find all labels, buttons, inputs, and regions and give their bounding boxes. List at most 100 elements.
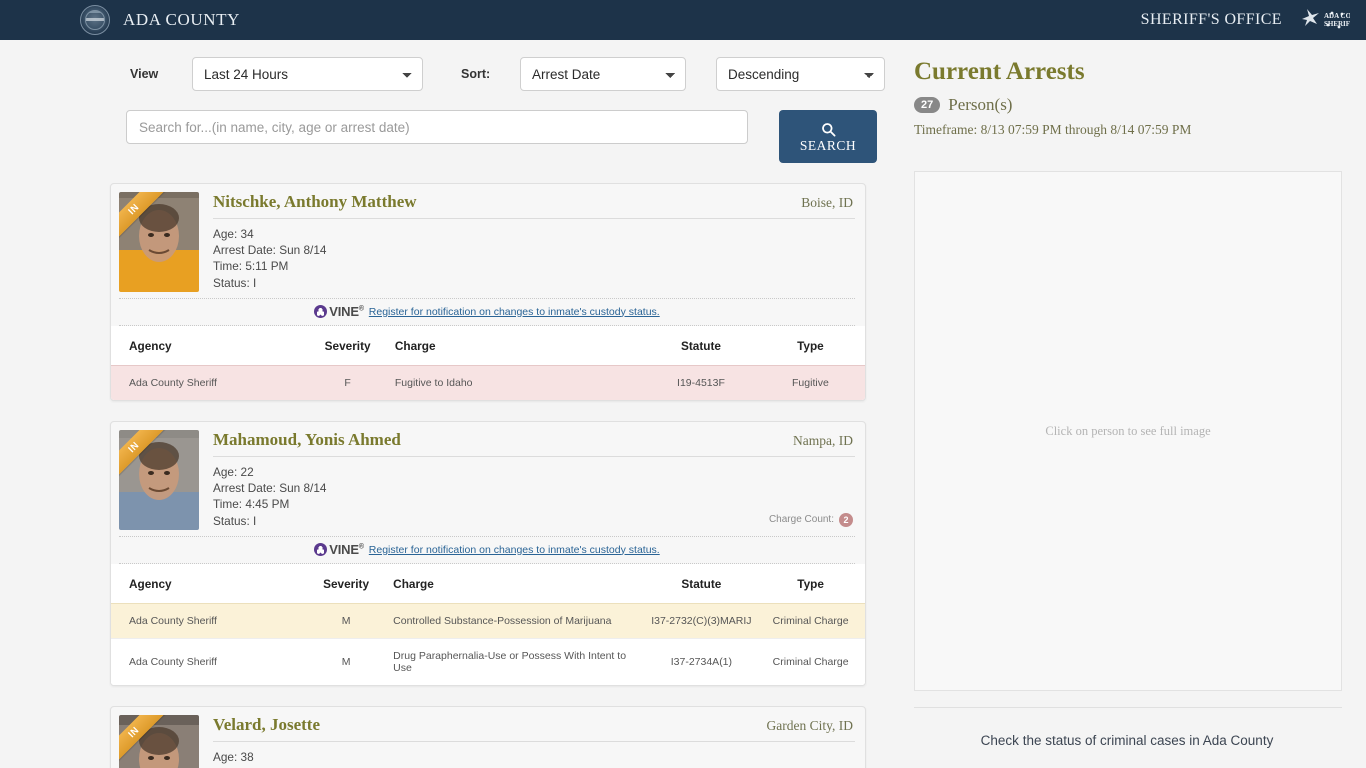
- person-details: Age: 22 Arrest Date: Sun 8/14 Time: 4:45 P…: [213, 457, 855, 529]
- vine-notification-row: VINE® Register for notification on chang…: [119, 536, 855, 564]
- column-header-statute: Statute: [646, 564, 757, 604]
- vine-logo: VINE®: [314, 304, 364, 319]
- arrest-card-header: Nitschke, Anthony Matthew Boise, ID: [213, 192, 855, 212]
- column-header-severity: Severity: [303, 564, 390, 604]
- arrest-card-header: Mahamoud, Yonis Ahmed Nampa, ID: [213, 430, 855, 450]
- person-count-label: Person(s): [948, 95, 1013, 114]
- table-row[interactable]: Ada County Sheriff M Drug Paraphernalia-…: [111, 638, 865, 685]
- criminal-case-status-text: Check the status of criminal cases in Ad…: [980, 733, 1274, 748]
- cell-type: Fugitive: [755, 365, 865, 400]
- sort-label: Sort:: [461, 67, 491, 81]
- detail-panel: Current Arrests 27 Person(s) Timeframe: …: [896, 40, 1366, 768]
- person-detail-line: Status: I: [213, 275, 257, 290]
- person-details: Age: 38: [213, 742, 855, 765]
- arrest-card-body: Nitschke, Anthony Matthew Boise, ID Age:…: [199, 192, 855, 292]
- charges-table: Agency Severity Charge Statute Type Ada …: [111, 564, 865, 685]
- county-seal-icon: [80, 5, 110, 35]
- column-header-severity: Severity: [304, 326, 391, 366]
- cell-agency: Ada County Sheriff: [111, 603, 303, 639]
- sort-field-select[interactable]: Arrest Date: [520, 57, 686, 91]
- search-button[interactable]: SEARCH: [779, 110, 877, 163]
- svg-text:SHERIFFS OFFICE: SHERIFFS OFFICE: [1324, 20, 1350, 28]
- vine-clover-icon: [314, 305, 328, 318]
- column-header-agency: Agency: [111, 564, 303, 604]
- table-row[interactable]: Ada County Sheriff F Fugitive to Idaho I…: [111, 365, 865, 400]
- view-label: View: [130, 67, 159, 81]
- sheriff-star-badge-icon: ADA COUNTY SHERIFFS OFFICE: [1294, 5, 1366, 35]
- mugshot-thumbnail[interactable]: IN: [119, 192, 199, 292]
- arrest-card-top: IN Velard, Josette Garden City, ID Age: …: [111, 707, 865, 768]
- cell-statute: I19-4513F: [646, 365, 756, 400]
- arrest-card-body: Velard, Josette Garden City, ID Age: 38: [199, 715, 855, 768]
- view-select[interactable]: Last 24 Hours: [192, 57, 423, 91]
- person-city: Boise, ID: [801, 195, 853, 210]
- vine-register-link[interactable]: Register for notification on changes to …: [369, 306, 660, 318]
- vine-clover-icon: [314, 543, 328, 556]
- mugshot-thumbnail[interactable]: IN: [119, 715, 199, 768]
- arrest-list-column: View Last 24 Hours Sort: Arrest Date Des…: [0, 40, 896, 768]
- vine-brand-text: VINE®: [329, 542, 364, 557]
- column-header-type: Type: [756, 564, 865, 604]
- cell-statute: I37-2732(C)(3)MARIJ: [646, 603, 757, 639]
- cell-severity: M: [303, 603, 390, 639]
- table-header-row: Agency Severity Charge Statute Type: [111, 564, 865, 604]
- person-detail-line: Arrest Date: Sun 8/14: [213, 243, 327, 258]
- person-city: Garden City, ID: [766, 718, 853, 733]
- cell-agency: Ada County Sheriff: [111, 365, 305, 400]
- full-image-placeholder-text: Click on person to see full image: [1045, 423, 1211, 438]
- cell-severity: F: [304, 365, 391, 400]
- arrest-card-header: Velard, Josette Garden City, ID: [213, 715, 855, 735]
- cell-charge: Fugitive to Idaho: [390, 365, 647, 400]
- page-title: Current Arrests: [914, 58, 1085, 85]
- cell-charge: Controlled Substance-Possession of Marij…: [389, 603, 647, 639]
- column-header-type: Type: [755, 326, 865, 366]
- charge-count: Charge Count: 2: [768, 512, 853, 527]
- table-header-row: Agency Severity Charge Statute Type: [111, 326, 865, 366]
- arrest-card: IN Mahamoud, Yonis Ahmed Nampa, ID Age: …: [110, 421, 866, 686]
- charge-count-badge: 2: [839, 512, 853, 527]
- person-detail-line: Arrest Date: Sun 8/14: [213, 481, 327, 496]
- vine-brand-text: VINE®: [329, 304, 364, 319]
- charge-count-label: Charge Count:: [768, 514, 834, 526]
- sort-direction-select[interactable]: Descending: [716, 57, 885, 91]
- cell-type: Criminal Charge: [756, 603, 865, 639]
- person-detail-line: Age: 38: [213, 750, 254, 764]
- brand-group[interactable]: ADA COUNTY: [80, 5, 240, 35]
- timeframe-text: Timeframe: 8/13 07:59 PM through 8/14 07…: [914, 122, 1192, 137]
- vine-notification-row: VINE® Register for notification on chang…: [119, 298, 855, 326]
- person-details: Age: 34 Arrest Date: Sun 8/14 Time: 5:11 P…: [213, 219, 855, 291]
- cell-agency: Ada County Sheriff: [111, 638, 303, 685]
- cell-charge: Drug Paraphernalia-Use or Possess With I…: [389, 638, 647, 685]
- search-input[interactable]: [126, 110, 748, 144]
- arrest-card-top: IN Mahamoud, Yonis Ahmed Nampa, ID Age: …: [111, 422, 865, 530]
- person-name[interactable]: Nitschke, Anthony Matthew: [213, 192, 417, 212]
- column-header-agency: Agency: [111, 326, 305, 366]
- cell-severity: M: [303, 638, 390, 685]
- filter-controls: View Last 24 Hours Sort: Arrest Date Des…: [0, 40, 896, 91]
- arrest-card-list: IN Nitschke, Anthony Matthew Boise, ID A…: [0, 163, 896, 768]
- column-header-charge: Charge: [389, 564, 647, 604]
- svg-text:ADA COUNTY: ADA COUNTY: [1324, 12, 1350, 20]
- person-name[interactable]: Velard, Josette: [213, 715, 320, 735]
- charges-table: Agency Severity Charge Statute Type Ada …: [111, 326, 865, 400]
- county-name: ADA COUNTY: [123, 10, 240, 29]
- vine-register-link[interactable]: Register for notification on changes to …: [369, 544, 660, 556]
- table-row[interactable]: Ada County Sheriff M Controlled Substanc…: [111, 603, 865, 639]
- arrest-card-body: Mahamoud, Yonis Ahmed Nampa, ID Age: 22 A…: [199, 430, 855, 530]
- column-header-charge: Charge: [390, 326, 647, 366]
- full-image-viewer[interactable]: Click on person to see full image: [914, 171, 1342, 691]
- sheriff-brand-group[interactable]: SHERIFF'S OFFICE ADA COUNTY SHERIFFS OFF…: [1141, 5, 1366, 35]
- person-name[interactable]: Mahamoud, Yonis Ahmed: [213, 430, 401, 450]
- person-detail-line: Status: I: [213, 513, 257, 528]
- person-detail-line: Age: 22: [213, 465, 254, 479]
- mugshot-thumbnail[interactable]: IN: [119, 430, 199, 530]
- arrest-card: IN Velard, Josette Garden City, ID Age: …: [110, 706, 866, 768]
- panel-divider: [914, 707, 1342, 708]
- vine-logo: VINE®: [314, 542, 364, 557]
- magnifier-icon: [821, 122, 836, 137]
- search-button-label: SEARCH: [799, 137, 857, 153]
- cell-type: Criminal Charge: [756, 638, 865, 685]
- search-controls: SEARCH: [0, 91, 896, 163]
- person-city: Nampa, ID: [793, 433, 853, 448]
- person-detail-line: Time: 5:11 PM: [213, 259, 289, 274]
